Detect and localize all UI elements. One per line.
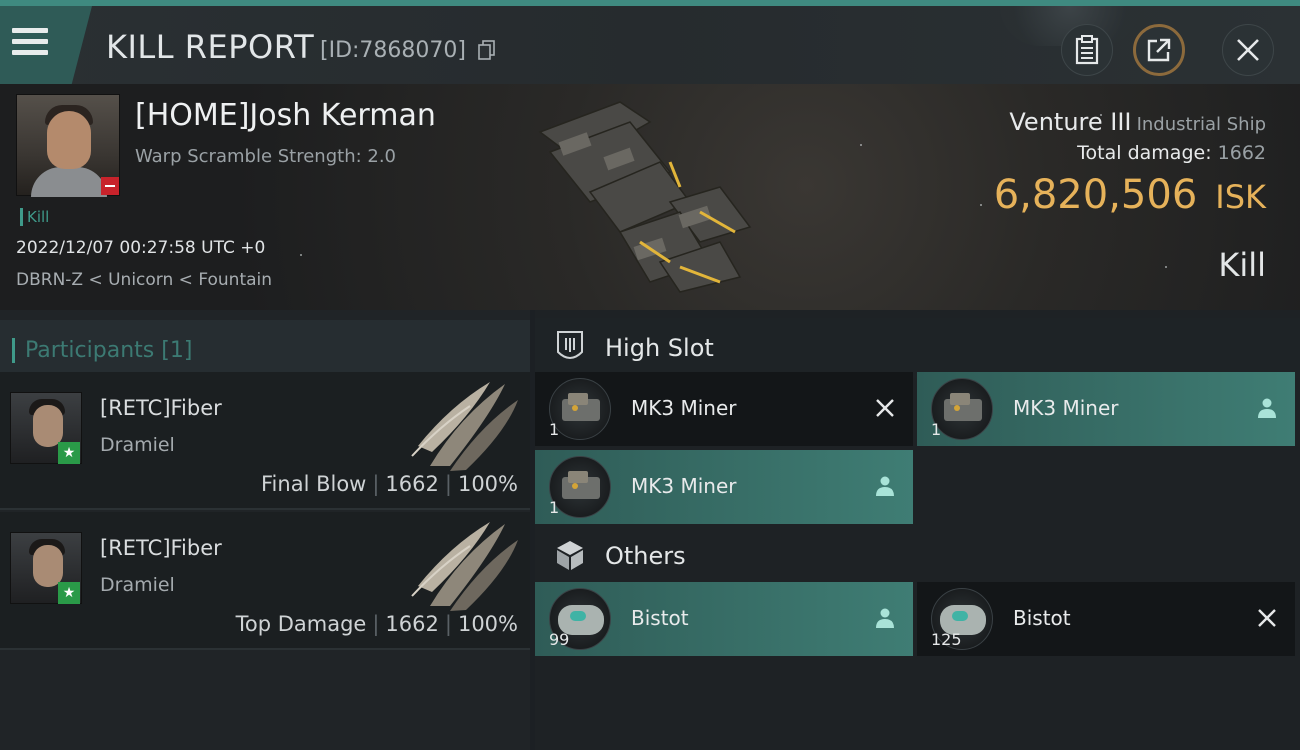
- dramiel-ship-image[interactable]: [410, 516, 520, 612]
- dramiel-ship-image[interactable]: [410, 376, 520, 472]
- venture-ship-image[interactable]: [520, 92, 770, 302]
- participant-role: Top Damage: [235, 612, 367, 636]
- hostile-standing-icon: [101, 177, 119, 195]
- share-icon: [1147, 38, 1171, 62]
- participant-percent: 100%: [457, 472, 518, 496]
- isk-value: 6,820,506 ISK: [994, 172, 1266, 218]
- warp-scramble-strength: Warp Scramble Strength: 2.0: [135, 146, 397, 167]
- high-slot-label: High Slot: [605, 334, 714, 362]
- high-slot-icon: [557, 331, 583, 359]
- victim-ship-name[interactable]: Venture III: [1009, 108, 1131, 136]
- participant-name[interactable]: [RETC]Fiber: [100, 536, 222, 560]
- participant-percent: 100%: [457, 612, 518, 636]
- ally-star-icon: ★: [58, 582, 80, 604]
- close-button[interactable]: [1222, 24, 1274, 76]
- clipboard-icon: [1075, 35, 1099, 65]
- others-label: Others: [605, 542, 686, 570]
- participant-row[interactable]: ★ [RETC]Fiber Dramiel Top Damage | 1662 | 10…: [0, 512, 530, 650]
- participants-count: [1]: [161, 338, 193, 363]
- copy-icon[interactable]: [478, 40, 496, 60]
- share-button[interactable]: [1133, 24, 1185, 76]
- kill-report-header: KILL REPORT [ID:7868070]: [0, 0, 1300, 84]
- item-name: Bistot: [631, 606, 689, 630]
- kill-tag: Kill: [20, 208, 49, 226]
- participants-label: Participants: [25, 338, 155, 363]
- dropped-person-icon: [876, 476, 894, 496]
- total-damage-label: Total damage:: [1077, 142, 1212, 164]
- cargo-item[interactable]: 99 Bistot: [535, 582, 913, 656]
- victim-ship-info: Venture III Industrial Ship: [1009, 108, 1266, 136]
- participants-panel: Participants [1] ★ [RETC]Fiber Dramiel F…: [0, 310, 530, 750]
- destroyed-x-icon: [1258, 609, 1276, 627]
- total-damage-value: 1662: [1217, 142, 1266, 164]
- participant-damage: 1662: [385, 472, 439, 496]
- item-name: MK3 Miner: [1013, 396, 1119, 420]
- participants-header: Participants [1]: [0, 320, 530, 380]
- participant-ship: Dramiel: [100, 434, 175, 456]
- item-quantity: 125: [931, 630, 962, 649]
- module-slot[interactable]: 1 MK3 Miner: [535, 372, 913, 446]
- destroyed-x-icon: [876, 399, 894, 417]
- participant-role: Final Blow: [261, 472, 367, 496]
- total-damage: Total damage: 1662: [1077, 142, 1266, 164]
- page-title: KILL REPORT: [106, 28, 315, 66]
- menu-button[interactable]: [0, 6, 92, 84]
- item-quantity: 99: [549, 630, 570, 649]
- participants-title: Participants [1]: [12, 338, 192, 363]
- others-header: Others: [535, 526, 1300, 586]
- isk-amount: 6,820,506: [993, 172, 1198, 218]
- participant-row[interactable]: ★ [RETC]Fiber Dramiel Final Blow | 1662 | 10…: [0, 372, 530, 510]
- module-slot[interactable]: 1 MK3 Miner: [917, 372, 1295, 446]
- kill-datetime: 2022/12/07 00:27:58 UTC +0: [16, 238, 266, 258]
- cargo-box-icon: [557, 541, 583, 570]
- victim-banner: [HOME]Josh Kerman Warp Scramble Strength…: [0, 84, 1300, 310]
- kill-result-label: Kill: [1218, 246, 1266, 284]
- cargo-item[interactable]: 125 Bistot: [917, 582, 1295, 656]
- high-slot-header: High Slot: [535, 318, 1300, 378]
- item-quantity: 1: [549, 498, 560, 517]
- report-id: [ID:7868070]: [320, 38, 466, 63]
- victim-name[interactable]: [HOME]Josh Kerman: [135, 98, 436, 133]
- victim-ship-class: Industrial Ship: [1136, 114, 1266, 135]
- participant-stats: Final Blow | 1662 | 100%: [261, 472, 518, 496]
- item-name: MK3 Miner: [631, 474, 737, 498]
- participant-damage: 1662: [385, 612, 439, 636]
- participant-stats: Top Damage | 1662 | 100%: [235, 612, 518, 636]
- module-slot[interactable]: 1 MK3 Miner: [535, 450, 913, 524]
- close-icon: [1237, 39, 1259, 61]
- participant-ship: Dramiel: [100, 574, 175, 596]
- item-name: MK3 Miner: [631, 396, 737, 420]
- fitting-panel: High Slot 1 MK3 Miner 1 MK3 Miner 1 MK3 …: [535, 310, 1300, 750]
- clipboard-button[interactable]: [1061, 24, 1113, 76]
- participant-name[interactable]: [RETC]Fiber: [100, 396, 222, 420]
- dropped-person-icon: [1258, 398, 1276, 418]
- ally-star-icon: ★: [58, 442, 80, 464]
- dropped-person-icon: [876, 608, 894, 628]
- item-quantity: 1: [549, 420, 560, 439]
- hamburger-menu-icon: [12, 28, 48, 58]
- kill-location[interactable]: DBRN-Z < Unicorn < Fountain: [16, 270, 272, 290]
- item-name: Bistot: [1013, 606, 1071, 630]
- item-quantity: 1: [931, 420, 942, 439]
- isk-unit: ISK: [1215, 178, 1266, 216]
